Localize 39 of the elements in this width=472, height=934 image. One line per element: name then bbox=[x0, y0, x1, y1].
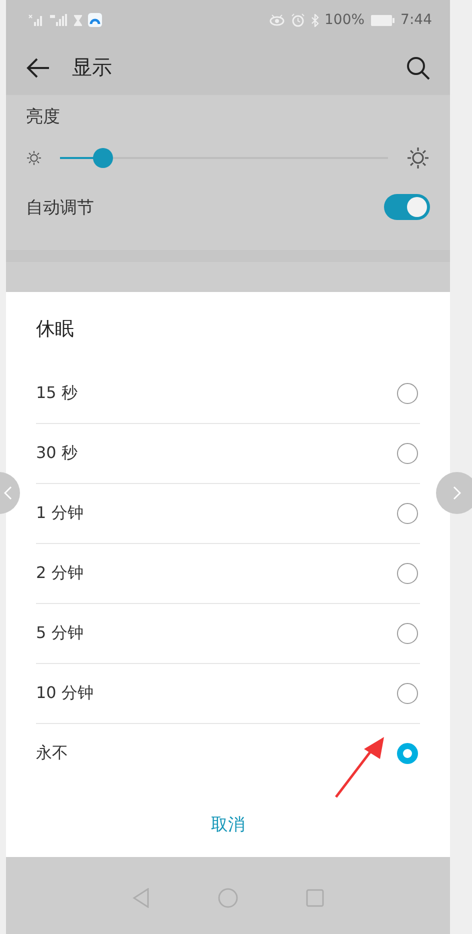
signal-icon bbox=[28, 14, 44, 26]
option-label: 永不 bbox=[36, 743, 68, 764]
home-icon[interactable] bbox=[218, 888, 238, 908]
option-label: 30 秒 bbox=[36, 443, 78, 464]
bluetooth-icon bbox=[310, 14, 319, 26]
chevron-left-icon bbox=[4, 486, 12, 500]
app-icon bbox=[88, 13, 102, 27]
hourglass-icon bbox=[74, 14, 82, 26]
option-label: 15 秒 bbox=[36, 383, 78, 404]
option-label: 5 分钟 bbox=[36, 623, 84, 644]
dialog-title: 休眠 bbox=[36, 317, 75, 342]
auto-adjust-toggle[interactable] bbox=[384, 194, 430, 220]
cancel-button[interactable]: 取消 bbox=[199, 807, 257, 842]
battery-icon bbox=[370, 14, 395, 26]
radio-button[interactable] bbox=[397, 383, 418, 404]
page-title: 显示 bbox=[72, 54, 113, 81]
back-icon[interactable] bbox=[132, 888, 150, 908]
alarm-icon bbox=[290, 13, 305, 27]
option-label: 10 分钟 bbox=[36, 683, 94, 704]
radio-button[interactable] bbox=[397, 563, 418, 584]
recents-icon[interactable] bbox=[306, 888, 324, 906]
option-label: 1 分钟 bbox=[36, 503, 84, 524]
back-arrow-icon[interactable] bbox=[26, 58, 50, 78]
chevron-right-icon bbox=[453, 486, 461, 500]
brightness-label: 亮度 bbox=[26, 106, 61, 128]
radio-button[interactable] bbox=[397, 443, 418, 464]
battery-percent: 100% bbox=[324, 12, 365, 28]
option-label: 2 分钟 bbox=[36, 563, 84, 584]
search-icon[interactable] bbox=[406, 56, 430, 80]
radio-button[interactable] bbox=[397, 623, 418, 644]
large-sun-icon bbox=[406, 146, 430, 170]
clock-time: 7:44 bbox=[400, 12, 432, 28]
auto-adjust-label: 自动调节 bbox=[26, 196, 94, 218]
radio-button[interactable] bbox=[397, 683, 418, 704]
radio-button[interactable] bbox=[397, 503, 418, 524]
signal-icon bbox=[50, 14, 68, 26]
radio-button[interactable] bbox=[397, 743, 418, 764]
small-sun-icon bbox=[26, 150, 42, 166]
eye-icon bbox=[268, 14, 285, 26]
